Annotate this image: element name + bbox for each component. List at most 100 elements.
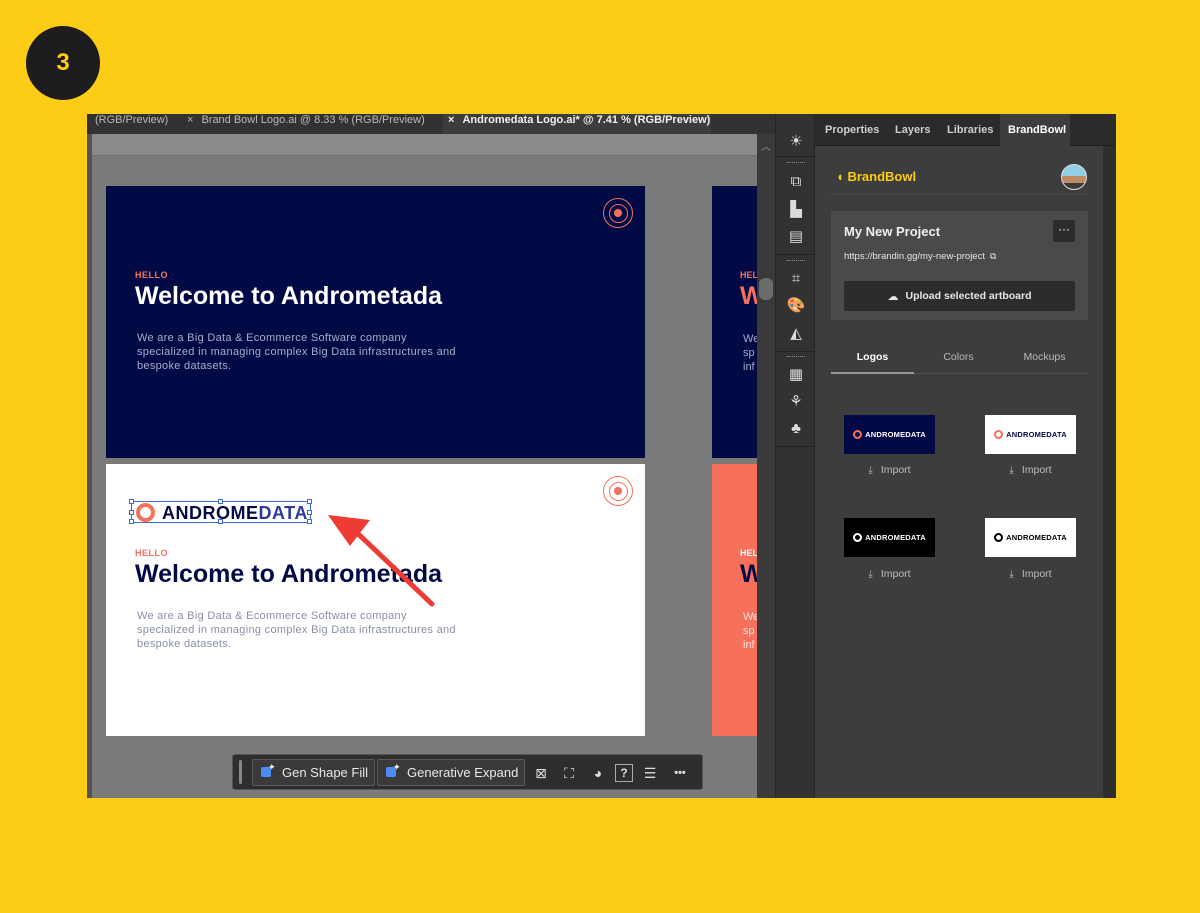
- logo-card-black[interactable]: ANDROMEDATA: [844, 518, 935, 557]
- divider: [776, 156, 816, 157]
- tab-layers[interactable]: Layers: [887, 114, 938, 146]
- generative-expand-button[interactable]: Generative Expand: [377, 759, 526, 786]
- logo-card-light[interactable]: ANDROMEDATA: [985, 415, 1076, 454]
- transparency-icon[interactable]: ◭: [786, 324, 806, 344]
- external-link-icon: ⧉: [989, 251, 997, 261]
- project-url-link[interactable]: https://brandin.gg/my-new-project ⧉: [844, 251, 996, 262]
- button-label: Upload selected artboard: [905, 290, 1032, 302]
- logo-card-dark[interactable]: ANDROMEDATA: [844, 415, 935, 454]
- panel-grip: [787, 356, 805, 358]
- import-button[interactable]: ⤓ Import: [844, 568, 935, 580]
- tab-mockups[interactable]: Mockups: [1003, 346, 1086, 374]
- document-tabs: (RGB/Preview) × Brand Bowl Logo.ai @ 8.33…: [87, 114, 775, 134]
- more-options-icon[interactable]: •••: [670, 763, 690, 783]
- contextual-task-bar: Gen Shape Fill Generative Expand ⊠ ⛶ ◕ ?…: [232, 754, 703, 790]
- more-label: •••: [674, 767, 686, 779]
- panel-grip: [787, 162, 805, 164]
- asset-tabs: Logos Colors Mockups: [831, 346, 1088, 374]
- logo-ring-icon: [994, 533, 1004, 542]
- tab-brandbowl[interactable]: BrandBowl: [1000, 114, 1070, 146]
- import-button[interactable]: ⤓ Import: [844, 464, 935, 476]
- top-ruler: [92, 134, 757, 156]
- scrollbar-thumb[interactable]: [759, 278, 773, 300]
- logo-text: ANDROMEDATA: [1006, 533, 1067, 542]
- divider: [776, 351, 816, 352]
- download-icon: ⤓: [1009, 569, 1014, 580]
- divider: [776, 446, 816, 447]
- download-icon: ⤓: [1009, 465, 1014, 476]
- tab-brand-bowl-logo[interactable]: × Brand Bowl Logo.ai @ 8.33 % (RGB/Previe…: [187, 114, 439, 134]
- tab-label: Properties: [825, 124, 880, 136]
- panel-tabs: Properties Layers Libraries BrandBowl: [815, 114, 1116, 146]
- tab-label: Libraries: [947, 124, 994, 136]
- project-menu-button[interactable]: ···: [1053, 220, 1075, 242]
- tab-label: Logos: [856, 351, 889, 363]
- align-icon[interactable]: ▙: [786, 200, 806, 220]
- gradient-icon[interactable]: ▤: [786, 227, 806, 247]
- logo-ring-icon: [853, 533, 863, 542]
- generative-icon: [384, 762, 402, 781]
- gen-shape-fill-button[interactable]: Gen Shape Fill: [252, 759, 375, 786]
- canvas[interactable]: HELLO Welcome to Andrometada We are a Bi…: [92, 156, 772, 798]
- brand-name: BrandBowl: [847, 169, 917, 184]
- tab-rgb-preview[interactable]: (RGB/Preview): [95, 114, 175, 134]
- panel-grip: [787, 260, 805, 262]
- divider: [831, 194, 1087, 195]
- tab-label: Andromedata Logo.ai* @ 7.41 % (RGB/Previ…: [462, 114, 711, 126]
- illustrator-window: (RGB/Preview) × Brand Bowl Logo.ai @ 8.33…: [87, 114, 1116, 798]
- tab-label: Mockups: [1023, 351, 1066, 363]
- step-badge: 3: [26, 26, 100, 100]
- annotation-arrow: [328, 515, 435, 607]
- fit-artboard-icon[interactable]: ⛶: [559, 763, 579, 783]
- cloud-upload-icon: ☁: [887, 290, 899, 303]
- pathfinder-icon[interactable]: ⧉: [786, 172, 806, 192]
- vertical-scrollbar[interactable]: ︿: [757, 134, 775, 798]
- step-number: 3: [56, 49, 70, 76]
- ellipsis-icon: ···: [1058, 222, 1070, 236]
- brushes-icon[interactable]: ⚘: [786, 392, 806, 412]
- logo-text: ANDROMEDATA: [865, 533, 926, 542]
- tab-libraries[interactable]: Libraries: [939, 114, 1001, 146]
- logo-text: ANDROMEDATA: [865, 430, 926, 439]
- panel-scrollbar[interactable]: [1103, 146, 1116, 798]
- close-icon[interactable]: ×: [187, 114, 193, 126]
- avatar[interactable]: [1061, 164, 1087, 190]
- import-label: Import: [1021, 568, 1052, 580]
- logo-card-white[interactable]: ANDROMEDATA: [985, 518, 1076, 557]
- swatches-icon[interactable]: ▦: [786, 365, 806, 385]
- tab-label: Layers: [895, 124, 931, 136]
- help-icon[interactable]: ?: [615, 764, 633, 782]
- tab-andromedata-logo[interactable]: × Andromedata Logo.ai* @ 7.41 % (RGB/Prev…: [443, 114, 711, 134]
- tab-logos[interactable]: Logos: [831, 346, 914, 374]
- brandbowl-panel: Properties Layers Libraries BrandBowl ◖ …: [815, 114, 1116, 798]
- crop-image-icon[interactable]: ⊠: [531, 763, 551, 783]
- symbols-icon[interactable]: ♣: [786, 419, 806, 439]
- sun-icon[interactable]: ☀: [786, 132, 806, 152]
- transform-icon[interactable]: ⌗: [786, 269, 806, 289]
- download-icon: ⤓: [868, 465, 873, 476]
- import-button[interactable]: ⤓ Import: [985, 464, 1076, 476]
- generative-icon: [259, 762, 277, 781]
- recolor-icon[interactable]: ◕: [588, 763, 608, 783]
- tab-label: Colors: [943, 351, 974, 363]
- tab-properties[interactable]: Properties: [817, 114, 887, 146]
- document-area: (RGB/Preview) × Brand Bowl Logo.ai @ 8.33…: [87, 114, 775, 798]
- import-label: Import: [880, 464, 911, 476]
- palette-icon[interactable]: 🎨: [786, 296, 806, 316]
- chevron-up-icon[interactable]: ︿: [761, 138, 771, 153]
- tab-label: BrandBowl: [1008, 124, 1067, 136]
- upload-artboard-button[interactable]: ☁ Upload selected artboard: [844, 281, 1075, 311]
- import-button[interactable]: ⤓ Import: [985, 568, 1076, 580]
- drag-handle[interactable]: [239, 760, 242, 784]
- brandbowl-logo: ◖ BrandBowl: [836, 169, 916, 184]
- project-title: My New Project: [844, 224, 941, 239]
- project-url: https://brandin.gg/my-new-project: [844, 251, 985, 262]
- help-label: ?: [620, 766, 628, 780]
- menu-icon[interactable]: ☰: [640, 763, 660, 783]
- button-label: Generative Expand: [407, 765, 519, 780]
- tab-label: Brand Bowl Logo.ai @ 8.33 % (RGB/Preview…: [201, 114, 425, 126]
- bowl-icon: ◖: [836, 169, 844, 184]
- divider: [776, 254, 816, 255]
- close-icon[interactable]: ×: [448, 114, 454, 126]
- tab-colors[interactable]: Colors: [917, 346, 1000, 374]
